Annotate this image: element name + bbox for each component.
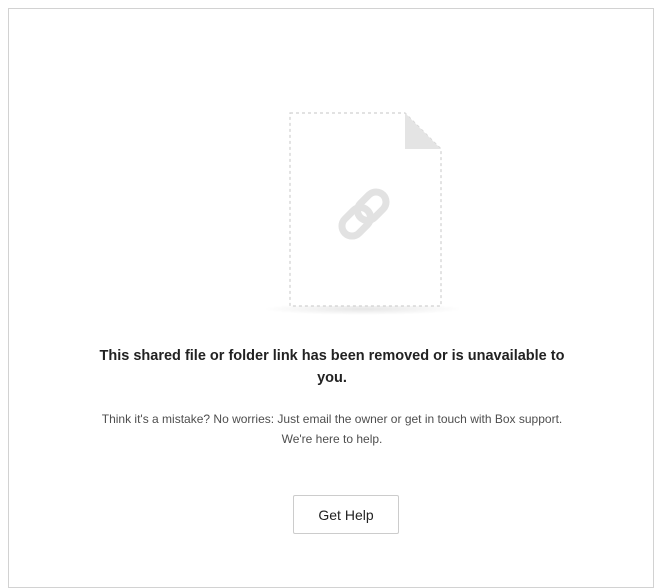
- error-panel: This shared file or folder link has been…: [8, 8, 654, 588]
- broken-link-file-icon: [259, 104, 463, 319]
- get-help-button[interactable]: Get Help: [293, 495, 399, 534]
- error-message: This shared file or folder link has been…: [89, 345, 575, 449]
- error-subtext: Think it's a mistake? No worries: Just e…: [101, 412, 563, 446]
- error-headline: This shared file or folder link has been…: [99, 348, 565, 386]
